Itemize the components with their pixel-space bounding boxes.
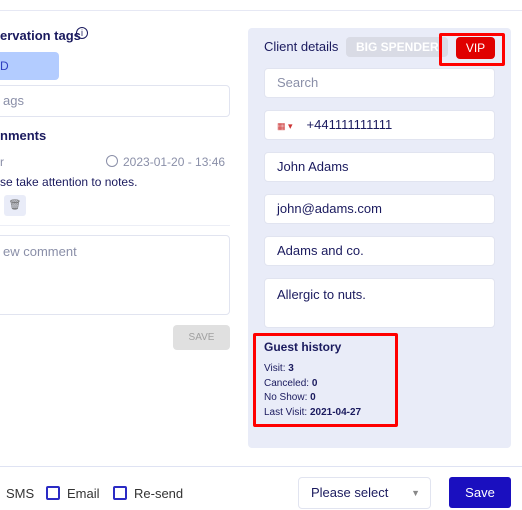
client-search-input[interactable]: Search xyxy=(264,68,495,98)
chevron-down-icon: ▼ xyxy=(411,488,420,498)
sms-label: SMS xyxy=(6,486,35,501)
comment-time: 2023-01-20 - 13:46 xyxy=(123,155,226,169)
email-input[interactable]: john@adams.com xyxy=(264,194,495,224)
clock-icon xyxy=(106,155,118,167)
save-button[interactable]: Save xyxy=(449,477,511,508)
status-select[interactable]: Please select ▼ xyxy=(298,477,431,509)
resend-checkbox[interactable] xyxy=(113,486,127,500)
delete-comment-button[interactable]: 🗑 xyxy=(4,195,26,216)
email-checkbox[interactable] xyxy=(46,486,60,500)
comment-divider xyxy=(0,225,230,226)
top-divider xyxy=(0,10,522,11)
big-spender-badge[interactable]: BIG SPENDER xyxy=(346,37,448,57)
name-input[interactable]: John Adams xyxy=(264,152,495,182)
email-label: Email xyxy=(67,486,100,501)
comment-text: se take attention to notes. xyxy=(0,175,138,189)
tags-input[interactable]: ags xyxy=(0,85,230,117)
new-comment-textarea[interactable]: ew comment xyxy=(0,235,230,315)
info-icon[interactable]: i xyxy=(76,27,88,39)
phone-input[interactable]: ▦ ▾ +441111111111 xyxy=(264,110,495,140)
search-placeholder: Search xyxy=(277,75,319,90)
company-input[interactable]: Adams and co. xyxy=(264,236,495,266)
client-details-title: Client details xyxy=(264,39,339,54)
reservation-tags-title: ervation tags xyxy=(0,28,81,43)
select-value: Please select xyxy=(311,485,389,500)
notes-textarea[interactable]: Allergic to nuts. xyxy=(264,278,495,328)
guest-history-title: Guest history xyxy=(264,340,342,354)
history-canceled: Canceled: 0 xyxy=(264,377,318,389)
trash-icon: 🗑 xyxy=(8,200,22,211)
comment-author: r xyxy=(0,155,4,169)
history-last-visit: Last Visit: 2021-04-27 xyxy=(264,406,362,418)
new-comment-placeholder: ew comment xyxy=(3,244,77,259)
uk-flag-icon[interactable]: ▦ ▾ xyxy=(277,121,293,131)
history-visit: Visit: 3 xyxy=(264,363,294,374)
phone-value: +441111111111 xyxy=(306,117,393,132)
save-comment-button[interactable]: SAVE xyxy=(173,325,230,350)
history-no-show: No Show: 0 xyxy=(264,392,316,403)
comments-title: nments xyxy=(0,128,47,143)
tags-placeholder: ags xyxy=(3,93,24,108)
resend-label: Re-send xyxy=(134,486,184,501)
tag-chip: D CHAIRx xyxy=(0,52,59,101)
footer-divider xyxy=(0,466,522,467)
vip-badge[interactable]: VIP xyxy=(456,37,495,59)
guest-history-list: Visit: 3 Canceled: 0 No Show: 0 Last Vis… xyxy=(264,362,361,420)
